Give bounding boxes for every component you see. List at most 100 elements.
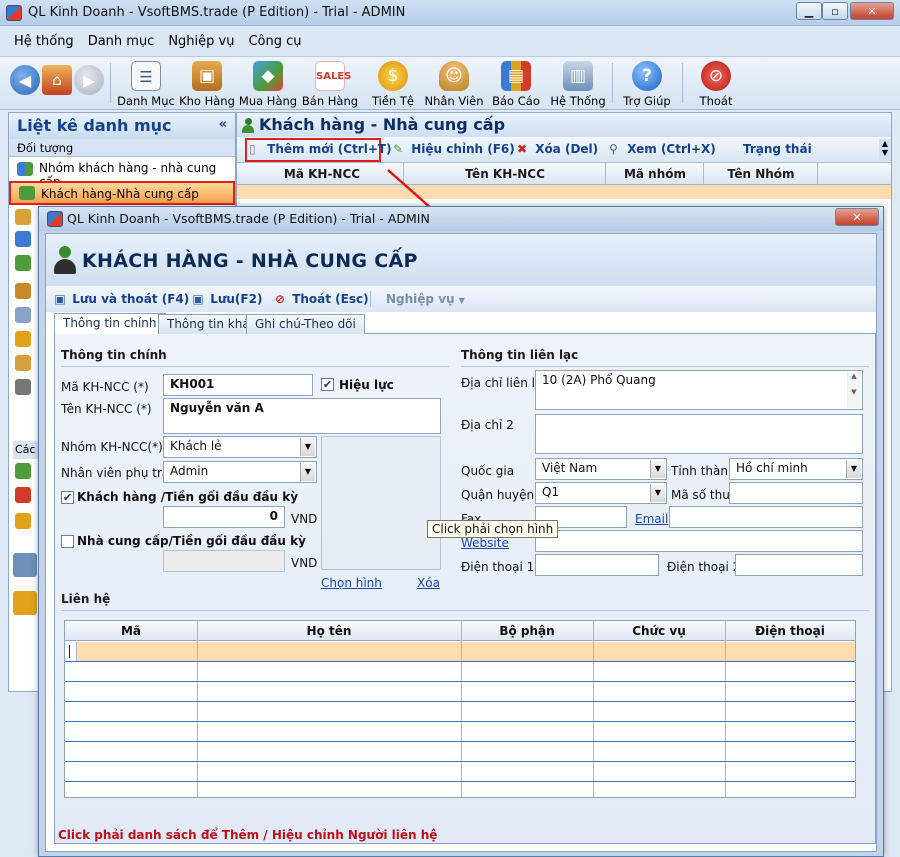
choose-image-link[interactable]: Chọn hình: [321, 576, 382, 590]
country-select[interactable]: Việt Nam ▼: [535, 458, 667, 480]
column-header[interactable]: Bộ phận: [461, 624, 593, 638]
supplier-checkbox[interactable]: [61, 535, 74, 548]
side-icon[interactable]: [15, 209, 31, 225]
side-icon[interactable]: [15, 255, 31, 271]
side-icon[interactable]: [15, 283, 31, 299]
address-input[interactable]: 10 (2A) Phổ Quang ▲ ▼: [535, 370, 863, 410]
sidebar-item-nhom-khach-hang[interactable]: Nhóm khách hàng - nhà cung cấp: [9, 157, 235, 189]
chevron-down-icon[interactable]: ▼: [300, 438, 315, 456]
scrollbar[interactable]: ▲ ▼: [847, 372, 861, 408]
toolbar-bao-cao[interactable]: ▤ Báo Cáo: [482, 59, 550, 109]
toolbar-label: Báo Cáo: [492, 94, 540, 108]
phone1-input[interactable]: [535, 554, 659, 576]
toolbar-ban-hang[interactable]: SALES Bán Hàng: [296, 59, 364, 109]
table-row[interactable]: [65, 642, 855, 661]
side-icon[interactable]: [15, 379, 31, 395]
back-arrow-icon[interactable]: ◀: [10, 65, 40, 95]
group-select[interactable]: Khách lẻ ▼: [163, 436, 317, 458]
delete-button[interactable]: ✖ Xóa (Del): [517, 142, 598, 156]
customer-checkbox[interactable]: ✔: [61, 491, 74, 504]
side-icon[interactable]: [15, 231, 31, 247]
table-row[interactable]: [237, 185, 891, 199]
column-header[interactable]: Điện thoại: [725, 624, 855, 638]
address2-input[interactable]: [535, 414, 863, 454]
view-button[interactable]: ⚲ Xem (Ctrl+X): [609, 142, 716, 156]
chevron-down-icon[interactable]: ▼: [650, 484, 665, 502]
chevron-down-icon[interactable]: ▼: [650, 460, 665, 478]
partial-group-header[interactable]: Các: [13, 441, 39, 459]
tab-thong-tin-chinh[interactable]: Thông tin chính: [54, 313, 166, 334]
name-input[interactable]: Nguyễn văn A: [163, 398, 441, 434]
menu-nghiep-vu[interactable]: Nghiệp vụ: [168, 34, 234, 49]
section-title-main: Thông tin chính: [61, 348, 167, 362]
column-header[interactable]: Tên Nhóm: [705, 167, 817, 181]
district-select[interactable]: Q1 ▼: [535, 482, 667, 504]
close-button[interactable]: ✕: [850, 2, 894, 20]
side-icon[interactable]: [15, 307, 31, 323]
chart-icon: ▤: [501, 61, 531, 91]
maximize-button[interactable]: ▫: [822, 2, 848, 20]
side-icon[interactable]: [15, 331, 31, 347]
menu-he-thong[interactable]: Hệ thống: [14, 34, 74, 49]
contacts-table[interactable]: Mã Họ tên Bộ phận Chức vụ Điện thoại: [64, 620, 856, 798]
menu-danh-muc[interactable]: Danh mục: [88, 34, 155, 49]
email-input[interactable]: [669, 506, 863, 528]
edit-button[interactable]: ✎ Hiệu chỉnh (F6): [393, 142, 515, 156]
toolbar-overflow-icon[interactable]: ▲ ▼: [879, 139, 891, 161]
tax-input[interactable]: [729, 482, 863, 504]
save-button[interactable]: ▣ Lưu(F2): [190, 292, 262, 306]
business-menu-button[interactable]: Nghiệp vụ ▼: [386, 292, 465, 306]
column-header[interactable]: Mã KH-NCC: [247, 167, 397, 181]
phone2-input[interactable]: [735, 554, 863, 576]
menu-cong-cu[interactable]: Công cụ: [248, 34, 301, 49]
toolbar-kho-hang[interactable]: ▣ Kho Hàng: [173, 59, 241, 109]
side-icon[interactable]: [15, 355, 31, 371]
province-label: Tỉnh thành: [671, 464, 736, 478]
forward-arrow-icon[interactable]: ▶: [74, 65, 104, 95]
dialog-close-button[interactable]: ✕: [835, 208, 879, 226]
province-select[interactable]: Hồ chí minh ▼: [729, 458, 863, 480]
toolbar-nhan-vien[interactable]: ☺ Nhân Viên: [420, 59, 488, 109]
toolbar-thoat[interactable]: ⊘ Thoát: [682, 59, 750, 109]
toolbar-tien-te[interactable]: $ Tiền Tệ: [359, 59, 427, 109]
side-icon[interactable]: [13, 553, 37, 577]
sidebar-item-khach-hang-ncc[interactable]: Khách hàng-Nhà cung cấp: [9, 181, 235, 205]
minimize-button[interactable]: ▁: [796, 2, 822, 20]
save-close-button[interactable]: ▣ Lưu và thoát (F4): [52, 292, 189, 306]
column-header[interactable]: Chức vụ: [593, 624, 725, 638]
chevron-down-icon[interactable]: ▼: [846, 460, 861, 478]
exit-button[interactable]: ⊘ Thoát (Esc): [272, 292, 369, 306]
column-header[interactable]: Tên KH-NCC: [405, 167, 605, 181]
toolbar-danh-muc[interactable]: ☰ Danh Mục: [112, 59, 180, 109]
side-icon[interactable]: [15, 513, 31, 529]
toolbar-mua-hang[interactable]: ◆ Mua Hàng: [234, 59, 302, 109]
select-value: Admin: [170, 464, 209, 478]
image-box[interactable]: [321, 436, 441, 570]
column-header[interactable]: Họ tên: [197, 624, 461, 638]
left-group-header[interactable]: Đối tượng: [9, 139, 235, 157]
column-header[interactable]: Mã: [65, 624, 197, 638]
side-icon[interactable]: [13, 591, 37, 615]
tab-ghi-chu[interactable]: Ghi chú-Theo dõi: [246, 314, 365, 334]
divider: [61, 366, 449, 367]
website-link[interactable]: Website: [461, 536, 509, 550]
email-link[interactable]: Email: [635, 512, 668, 526]
code-input[interactable]: KH001: [163, 374, 313, 396]
toolbar-he-thong[interactable]: ▥ Hệ Thống: [544, 59, 612, 109]
active-checkbox[interactable]: ✔: [321, 378, 334, 391]
staff-select[interactable]: Admin ▼: [163, 461, 317, 483]
chevron-down-icon[interactable]: ▼: [300, 463, 315, 481]
status-button[interactable]: Trạng thái: [743, 142, 812, 156]
toolbar-tro-giup[interactable]: ? Trợ Giúp: [613, 59, 681, 109]
add-new-button[interactable]: ▯ Thêm mới (Ctrl+T): [249, 142, 392, 156]
coins-icon: $: [378, 61, 408, 91]
supplier-opening-input[interactable]: [163, 550, 285, 572]
home-icon[interactable]: ⌂: [42, 65, 72, 95]
customer-opening-input[interactable]: 0: [163, 506, 285, 528]
delete-image-link[interactable]: Xóa: [417, 576, 440, 590]
collapse-icon[interactable]: «: [219, 117, 227, 132]
side-icon[interactable]: [15, 487, 31, 503]
website-input[interactable]: [535, 530, 863, 552]
column-header[interactable]: Mã nhóm: [607, 167, 703, 181]
side-icon[interactable]: [15, 463, 31, 479]
